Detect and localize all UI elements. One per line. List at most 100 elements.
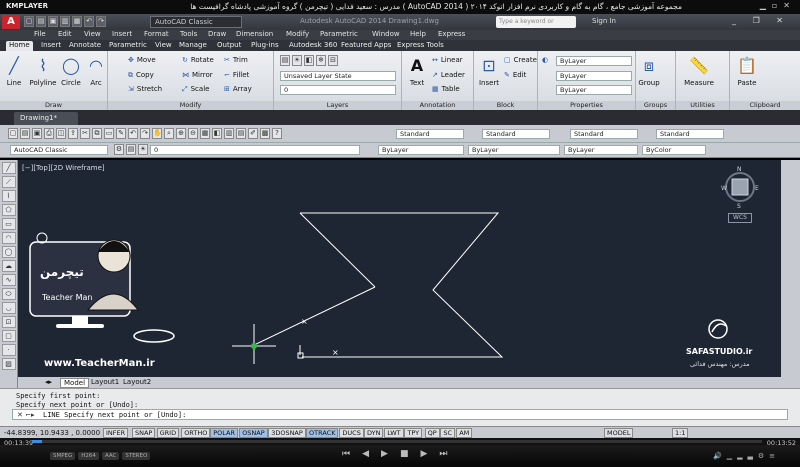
menu-express[interactable]: Express: [438, 30, 465, 38]
wcs-menu[interactable]: WCS: [728, 213, 752, 223]
group-button[interactable]: ⧈ Group: [638, 55, 660, 87]
status-toggle-osnap[interactable]: OSNAP: [239, 428, 268, 438]
leader-button[interactable]: ↗ Leader: [432, 71, 465, 79]
player-window-buttons[interactable]: ▁▫✕: [760, 1, 796, 10]
layer-state-icon[interactable]: ☀: [138, 144, 148, 155]
linetype-toolbar-select[interactable]: ByLayer: [468, 145, 560, 155]
insert-tool-icon[interactable]: ⊡: [1, 316, 16, 328]
menu-help[interactable]: Help: [410, 30, 426, 38]
status-toggle-dyn[interactable]: DYN: [364, 428, 384, 438]
menu-edit[interactable]: Edit: [58, 30, 72, 38]
menu-window[interactable]: Window: [372, 30, 400, 38]
layer-manager-icon[interactable]: ▤: [126, 144, 136, 155]
tab-featured-apps[interactable]: Featured Apps: [338, 41, 394, 51]
layer-select[interactable]: 0: [280, 85, 396, 95]
line-tool-icon[interactable]: ╱: [1, 162, 16, 174]
lineweight-select[interactable]: ByLayer: [556, 85, 632, 95]
status-toggle-lwt[interactable]: LWT: [384, 428, 404, 438]
menu-view[interactable]: View: [84, 30, 101, 38]
paste-button[interactable]: 📋 Paste: [734, 55, 760, 87]
insert-block-button[interactable]: ⊡ Insert: [478, 55, 500, 87]
color-toolbar-select[interactable]: ByLayer: [378, 145, 464, 155]
dim-style-select[interactable]: Standard: [482, 129, 550, 139]
color-select[interactable]: ByLayer: [556, 56, 632, 66]
cut-icon[interactable]: ✂: [80, 128, 90, 139]
tab-view[interactable]: View: [152, 41, 175, 51]
tab-manage[interactable]: Manage: [176, 41, 210, 51]
status-toggle-sc[interactable]: SC: [440, 428, 456, 438]
trim-button[interactable]: ✂ Trim: [224, 56, 248, 64]
ellipse-arc-tool-icon[interactable]: ◡: [1, 302, 16, 314]
properties-icon[interactable]: ▦: [200, 128, 210, 139]
status-toggle-3dosnap[interactable]: 3DOSNAP: [268, 428, 306, 438]
menu-modify[interactable]: Modify: [286, 30, 309, 38]
viewcube-top[interactable]: [731, 178, 749, 196]
panel-title-properties[interactable]: Properties: [538, 101, 635, 110]
saveas-icon[interactable]: ▥: [60, 16, 70, 27]
nav-arrows[interactable]: ◂▸: [42, 378, 55, 388]
layer-iso-icon[interactable]: ◧: [304, 55, 314, 66]
autocad-app-button[interactable]: A: [2, 15, 20, 29]
tab-plugins[interactable]: Plug-ins: [248, 41, 282, 51]
status-toggle-qp[interactable]: QP: [424, 428, 440, 438]
layer-toolbar-select[interactable]: 0: [150, 145, 360, 155]
ellipse-tool-icon[interactable]: ⬭: [1, 288, 16, 300]
match-icon[interactable]: ✎: [116, 128, 126, 139]
arc-tool-icon[interactable]: ◠: [1, 232, 16, 244]
layer-properties-icon[interactable]: ▤: [280, 55, 290, 66]
layer-lock-icon[interactable]: ⊟: [328, 55, 338, 66]
fillet-button[interactable]: ⌐ Fillet: [224, 71, 249, 79]
copy-clip-icon[interactable]: ⧉: [92, 128, 102, 139]
player-logo[interactable]: KMPLAYER: [6, 2, 48, 10]
linear-button[interactable]: ↔ Linear: [432, 56, 463, 64]
status-toggle-snap[interactable]: SNAP: [132, 428, 156, 438]
tab-parametric[interactable]: Parametric: [106, 41, 150, 51]
panel-title-draw[interactable]: Draw: [0, 101, 107, 110]
menu-tools[interactable]: Tools: [180, 30, 197, 38]
redo-icon[interactable]: ↷: [96, 16, 106, 27]
tab-model[interactable]: Model: [60, 378, 90, 388]
tab-output[interactable]: Output: [214, 41, 244, 51]
zoom-prev-icon[interactable]: ⊖: [188, 128, 198, 139]
xline-tool-icon[interactable]: ⟋: [1, 176, 16, 188]
menu-dimension[interactable]: Dimension: [236, 30, 273, 38]
spline-tool-icon[interactable]: ∿: [1, 274, 16, 286]
tab-home[interactable]: Home: [6, 41, 33, 51]
panel-title-layers[interactable]: Layers: [274, 101, 401, 110]
lineweight-toolbar-select[interactable]: ByLayer: [564, 145, 638, 155]
polyline-button[interactable]: ⌇ Polyline: [28, 55, 58, 87]
pan-icon[interactable]: ✋: [152, 128, 162, 139]
panel-title-groups[interactable]: Groups: [636, 101, 675, 110]
plotstyle-toolbar-select[interactable]: ByColor: [642, 145, 706, 155]
layer-freeze-icon[interactable]: ❄: [316, 55, 326, 66]
status-toggle-tpy[interactable]: TPY: [404, 428, 423, 438]
arc-button[interactable]: ◠ Arc: [86, 55, 106, 87]
mirror-button[interactable]: ⋈ Mirror: [182, 71, 213, 79]
drawing-canvas[interactable]: × × N S W E تیچرمن Teacher Man: [18, 160, 781, 377]
table-button[interactable]: ▦ Table: [432, 85, 460, 93]
markup-icon[interactable]: ✐: [248, 128, 258, 139]
status-toggle-grid[interactable]: GRID: [156, 428, 180, 438]
workspace-settings-icon[interactable]: ⚙: [114, 144, 124, 155]
revcloud-tool-icon[interactable]: ☁: [1, 260, 16, 272]
plot-icon[interactable]: ▦: [72, 16, 82, 27]
panel-title-clipboard[interactable]: Clipboard: [730, 101, 800, 110]
status-toggle-ortho[interactable]: ORTHO: [181, 428, 211, 438]
undo-tb-icon[interactable]: ↶: [128, 128, 138, 139]
menu-insert[interactable]: Insert: [112, 30, 132, 38]
copy-button[interactable]: ⧉ Copy: [128, 71, 154, 80]
playback-buttons[interactable]: ⏮◀▶■▶⏭: [342, 449, 459, 459]
tab-insert[interactable]: Insert: [38, 41, 64, 51]
tab-annotate[interactable]: Annotate: [66, 41, 104, 51]
tab-express-tools[interactable]: Express Tools: [394, 41, 447, 51]
tool-palette-icon[interactable]: ▥: [224, 128, 234, 139]
measure-button[interactable]: 📏 Measure: [680, 55, 718, 87]
coordinates-readout[interactable]: -44.8399, 10.9433 , 0.0000: [4, 429, 100, 437]
new-file-icon[interactable]: ▢: [8, 128, 18, 139]
workspace-toolbar-select[interactable]: AutoCAD Classic: [10, 145, 108, 155]
layer-state-select[interactable]: Unsaved Layer State: [280, 71, 396, 81]
panel-title-modify[interactable]: Modify: [108, 101, 273, 110]
model-space-button[interactable]: MODEL: [604, 428, 634, 438]
design-center-icon[interactable]: ◧: [212, 128, 222, 139]
command-input[interactable]: ✕ ⌐▸ LINE Specify next point or [Undo]:: [12, 409, 788, 420]
